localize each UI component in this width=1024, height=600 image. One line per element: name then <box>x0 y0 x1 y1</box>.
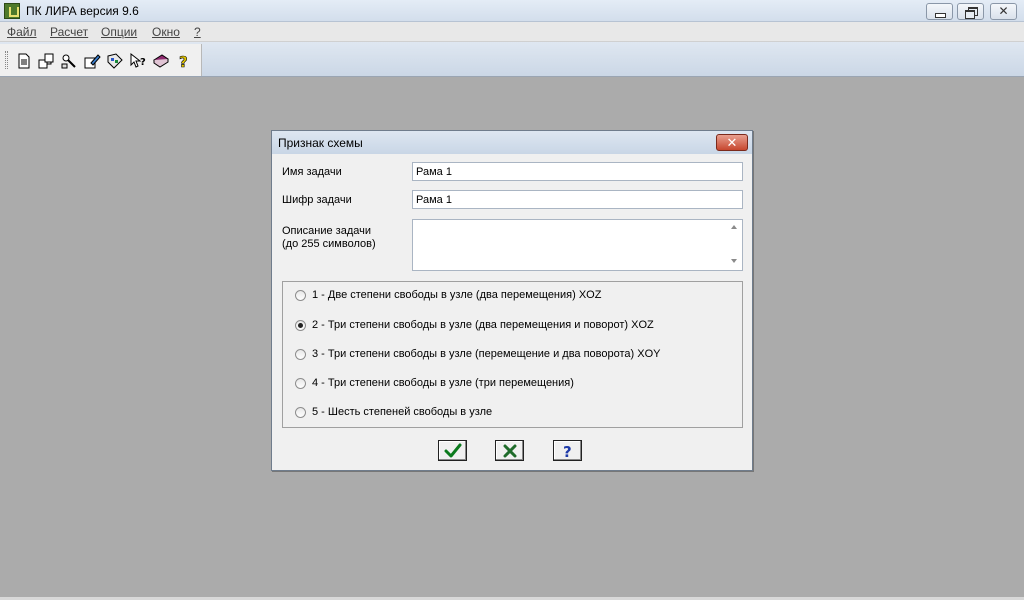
task-code-label: Шифр задачи <box>282 194 352 206</box>
close-icon: ✕ <box>998 4 1009 18</box>
radio-button[interactable] <box>295 290 306 301</box>
scheme-option-label: 2 - Три степени свободы в узле (два пере… <box>312 319 654 331</box>
scheme-option-label: 4 - Три степени свободы в узле (три пере… <box>312 377 574 389</box>
radio-button-selected[interactable] <box>295 320 306 331</box>
cancel-button[interactable] <box>495 440 524 461</box>
menu-help[interactable]: ? <box>194 25 201 39</box>
scroll-up-icon[interactable] <box>731 225 737 229</box>
description-scrollbar[interactable] <box>727 220 742 270</box>
description-limit-label: (до 255 символов) <box>282 238 376 250</box>
new-document-icon[interactable] <box>15 52 33 70</box>
scroll-down-icon[interactable] <box>731 259 737 263</box>
edit-icon[interactable] <box>83 52 101 70</box>
restore-button[interactable] <box>957 3 984 20</box>
menu-options[interactable]: Опции <box>101 25 137 39</box>
checkmark-icon <box>444 443 461 458</box>
help-icon[interactable]: ? <box>175 52 193 70</box>
dialog-title-bar: Признак схемы ✕ <box>272 131 752 154</box>
toolbar-grip[interactable] <box>5 51 8 69</box>
scheme-option-label: 3 - Три степени свободы в узле (перемеще… <box>312 348 661 360</box>
minimize-button[interactable] <box>926 3 953 20</box>
svg-text:?: ? <box>140 57 146 68</box>
question-icon: ? <box>563 443 572 459</box>
radio-button[interactable] <box>295 407 306 418</box>
close-icon: ✕ <box>726 135 738 150</box>
dialog-close-button[interactable]: ✕ <box>716 134 748 151</box>
svg-text:?: ? <box>563 443 572 459</box>
open-project-icon[interactable] <box>37 52 55 70</box>
book-icon[interactable] <box>152 52 170 70</box>
scheme-option-label: 1 - Две степени свободы в узле (два пере… <box>312 289 602 301</box>
window-title-bar: ПК ЛИРА версия 9.6 ✕ <box>0 0 1024 22</box>
dialog-title: Признак схемы <box>278 136 363 150</box>
window-title: ПК ЛИРА версия 9.6 <box>26 4 139 18</box>
description-textarea[interactable] <box>412 219 743 271</box>
main-toolbar: ? ? <box>0 44 202 76</box>
cross-icon <box>503 444 516 458</box>
menu-bar: Файл Расчет Опции Окно ? <box>0 22 1024 42</box>
svg-text:?: ? <box>179 53 188 70</box>
description-label: Описание задачи <box>282 225 371 237</box>
radio-button[interactable] <box>295 349 306 360</box>
task-name-input[interactable] <box>412 162 743 181</box>
toolbar-area: ? ? <box>0 42 1024 77</box>
scheme-type-group: 1 - Две степени свободы в узле (два пере… <box>282 281 743 428</box>
palette-icon[interactable] <box>106 52 124 70</box>
lira-app-icon <box>4 3 20 19</box>
ok-button[interactable] <box>438 440 467 461</box>
menu-calculation[interactable]: Расчет <box>50 25 88 39</box>
help-button[interactable]: ? <box>553 440 582 461</box>
radio-button[interactable] <box>295 378 306 389</box>
task-name-label: Имя задачи <box>282 166 342 178</box>
menu-window[interactable]: Окно <box>152 25 180 39</box>
context-help-icon[interactable]: ? <box>129 52 147 70</box>
settings-icon[interactable] <box>60 52 78 70</box>
task-code-input[interactable] <box>412 190 743 209</box>
menu-file[interactable]: Файл <box>7 25 37 39</box>
close-button[interactable]: ✕ <box>990 3 1017 20</box>
scheme-option-label: 5 - Шесть степеней свободы в узле <box>312 406 493 418</box>
scheme-attribute-dialog: Признак схемы ✕ Имя задачи Шифр задачи О… <box>271 130 753 471</box>
